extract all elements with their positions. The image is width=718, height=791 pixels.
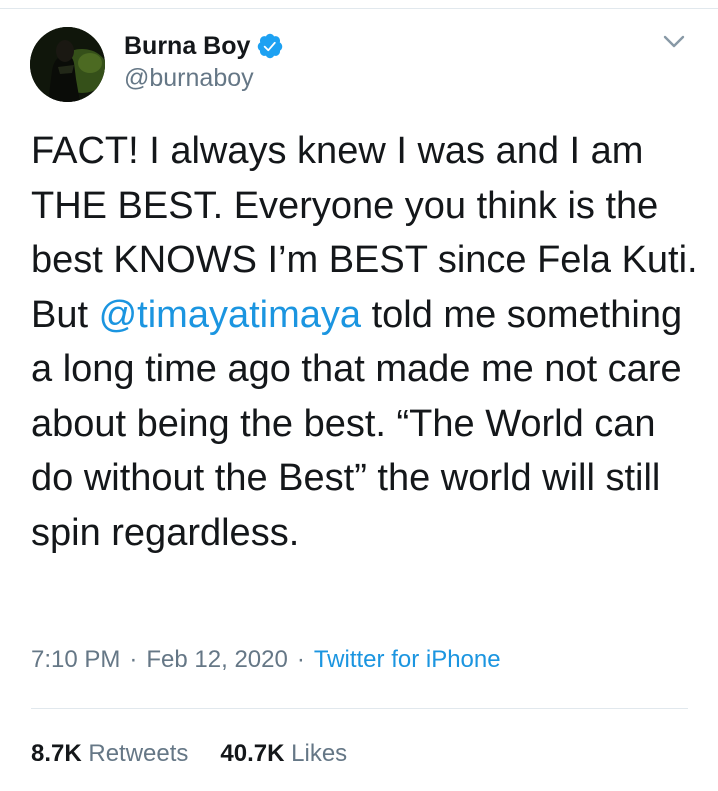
stats-divider	[31, 708, 688, 709]
avatar[interactable]	[30, 27, 105, 102]
author-name[interactable]: Burna Boy	[124, 32, 250, 61]
author-row: Burna Boy	[124, 30, 284, 62]
tweet-stats: 8.7K Retweets 40.7K Likes	[31, 740, 347, 768]
meta-separator: ·	[296, 646, 305, 673]
meta-separator: ·	[129, 646, 138, 673]
tweet-date[interactable]: Feb 12, 2020	[146, 646, 287, 673]
tweet-text: FACT! I always knew I was and I am THE B…	[31, 124, 701, 560]
author-handle[interactable]: @burnaboy	[124, 64, 254, 93]
retweets-stat[interactable]: 8.7K Retweets	[31, 740, 188, 768]
avatar-photo	[30, 27, 105, 102]
mention-link[interactable]: @timayatimaya	[99, 294, 361, 336]
tweet-meta: 7:10 PM · Feb 12, 2020 · Twitter for iPhone	[31, 646, 501, 674]
likes-label: Likes	[291, 740, 348, 767]
likes-count: 40.7K	[220, 740, 285, 767]
verified-badge-icon	[256, 32, 284, 60]
tweet-card: Burna Boy @burnaboy FACT! I always knew …	[0, 0, 718, 791]
tweet-time[interactable]: 7:10 PM	[31, 646, 120, 673]
likes-stat[interactable]: 40.7K Likes	[220, 740, 347, 768]
retweets-label: Retweets	[88, 740, 189, 767]
chevron-down-icon[interactable]	[662, 34, 686, 50]
tweet-source-link[interactable]: Twitter for iPhone	[314, 646, 501, 673]
retweets-count: 8.7K	[31, 740, 82, 767]
